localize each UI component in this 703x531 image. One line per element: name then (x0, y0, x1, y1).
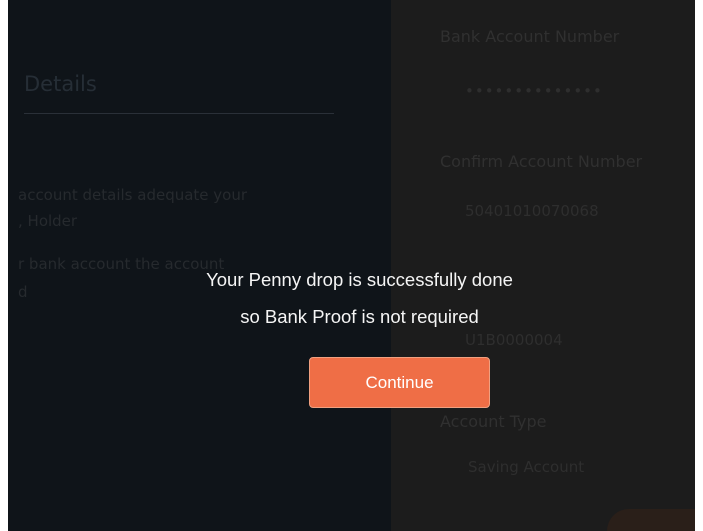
app-frame: Details account details adequate your , … (8, 0, 695, 531)
penny-drop-dialog: Your Penny drop is successfully done so … (8, 0, 695, 531)
dialog-message-line1: Your Penny drop is successfully done (206, 269, 513, 290)
continue-button[interactable]: Continue (309, 357, 490, 408)
dialog-message-line2: so Bank Proof is not required (240, 306, 479, 327)
